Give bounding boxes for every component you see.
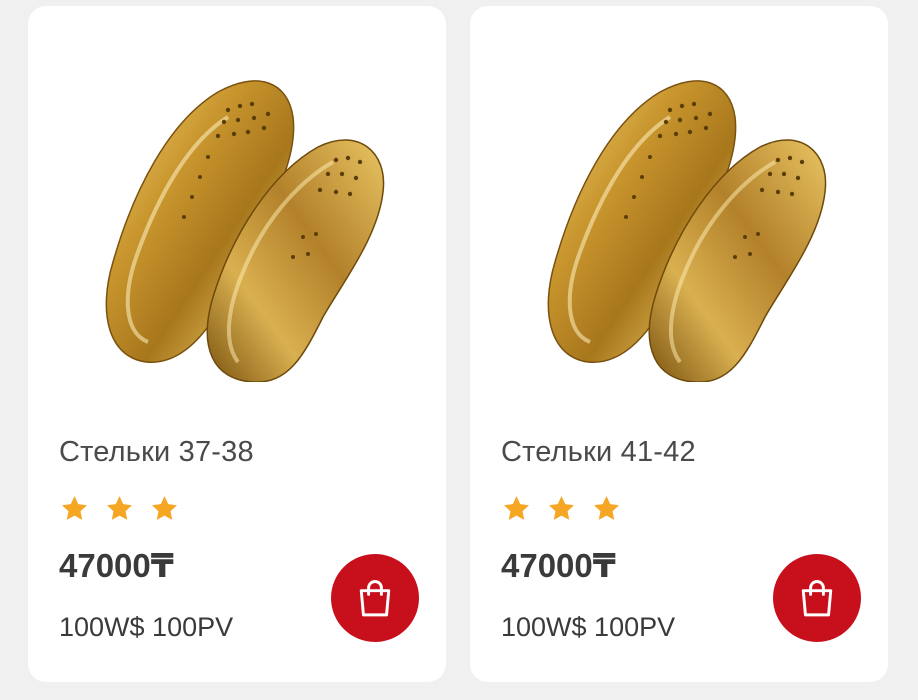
shopping-bag-icon [353, 576, 397, 620]
product-points: 100W$ 100PV [501, 612, 676, 642]
star-icon [105, 494, 134, 523]
gold-insoles-image[interactable] [88, 62, 388, 382]
product-price: 47000₸ [501, 547, 616, 584]
star-icon [502, 494, 531, 523]
add-to-cart-button[interactable] [773, 554, 861, 642]
gold-insoles-image[interactable] [530, 62, 830, 382]
add-to-cart-button[interactable] [331, 554, 419, 642]
rating-stars [60, 494, 179, 523]
product-title[interactable]: Стельки 37-38 [59, 436, 254, 469]
product-price: 47000₸ [59, 547, 174, 584]
star-icon [150, 494, 179, 523]
star-icon [547, 494, 576, 523]
rating-stars [502, 494, 621, 523]
product-card[interactable]: Стельки 41-42 47000₸ 100W$ 100PV [470, 6, 888, 682]
shopping-bag-icon [795, 576, 839, 620]
star-icon [60, 494, 89, 523]
product-points: 100W$ 100PV [59, 612, 234, 642]
product-card[interactable]: Стельки 37-38 47000₸ 100W$ 100PV [28, 6, 446, 682]
product-title[interactable]: Стельки 41-42 [501, 436, 696, 469]
star-icon [592, 494, 621, 523]
